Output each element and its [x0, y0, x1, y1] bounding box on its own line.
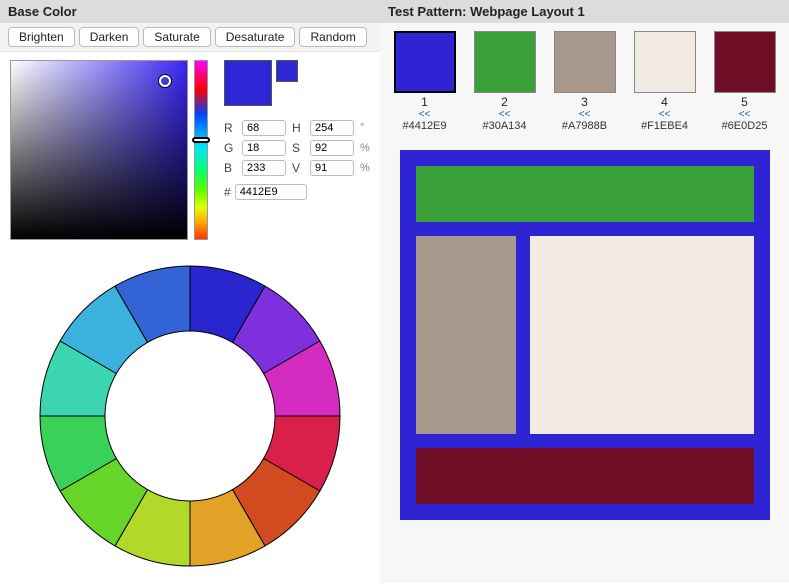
palette-swatch-box-4	[634, 31, 696, 93]
palette-swatch-box-5	[714, 31, 776, 93]
palette-swatch-row: 1 << #4412E9 2 << #30A134 3 << #A7988B 4…	[390, 31, 779, 132]
brighten-button[interactable]: Brighten	[8, 27, 75, 47]
layout-preview-sidebar	[416, 236, 516, 434]
input-g[interactable]	[242, 140, 286, 156]
palette-swatch-2[interactable]: 2 << #30A134	[472, 31, 538, 132]
layout-preview-footer	[416, 448, 754, 504]
test-pattern-title: Test Pattern: Webpage Layout 1	[380, 0, 789, 23]
palette-swatch-hex-5: #6E0D25	[722, 120, 768, 132]
palette-swatch-arrow-5[interactable]: <<	[739, 109, 751, 120]
palette-swatch-arrow-3[interactable]: <<	[579, 109, 591, 120]
palette-swatch-num-1[interactable]: 1	[421, 95, 428, 109]
palette-swatch-1[interactable]: 1 << #4412E9	[392, 31, 458, 132]
palette-swatch-hex-3: #A7988B	[562, 120, 607, 132]
palette-swatch-hex-2: #30A134	[482, 120, 526, 132]
hue-slider-handle[interactable]	[192, 137, 210, 143]
darken-button[interactable]: Darken	[79, 27, 140, 47]
palette-swatch-3[interactable]: 3 << #A7988B	[552, 31, 618, 132]
palette-swatch-hex-4: #F1EBE4	[641, 120, 688, 132]
random-button[interactable]: Random	[299, 27, 366, 47]
input-b[interactable]	[242, 160, 286, 176]
unit-pct-v: %	[360, 162, 370, 174]
palette-swatch-box-2	[474, 31, 536, 93]
label-b: B	[224, 161, 238, 175]
label-v: V	[292, 161, 306, 175]
label-r: R	[224, 121, 238, 135]
label-hex: #	[224, 185, 231, 199]
palette-swatch-4[interactable]: 4 << #F1EBE4	[632, 31, 698, 132]
input-r[interactable]	[242, 120, 286, 136]
hue-slider[interactable]	[194, 60, 208, 240]
base-color-toolbar: Brighten Darken Saturate Desaturate Rand…	[0, 23, 380, 52]
saturation-value-picker[interactable]	[10, 60, 188, 240]
label-h: H	[292, 121, 306, 135]
palette-swatch-5[interactable]: 5 << #6E0D25	[712, 31, 778, 132]
previous-color-swatch[interactable]	[276, 60, 298, 82]
input-s[interactable]	[310, 140, 354, 156]
desaturate-button[interactable]: Desaturate	[215, 27, 296, 47]
input-v[interactable]	[310, 160, 354, 176]
input-hex[interactable]	[235, 184, 307, 200]
label-g: G	[224, 141, 238, 155]
palette-swatch-arrow-4[interactable]: <<	[659, 109, 671, 120]
unit-pct-s: %	[360, 142, 370, 154]
palette-swatch-hex-1: #4412E9	[402, 120, 446, 132]
label-s: S	[292, 141, 306, 155]
picker-cursor[interactable]	[159, 75, 171, 87]
layout-preview	[400, 150, 770, 520]
palette-swatch-box-3	[554, 31, 616, 93]
palette-swatch-arrow-2[interactable]: <<	[499, 109, 511, 120]
current-color-swatch	[224, 60, 272, 106]
saturate-button[interactable]: Saturate	[143, 27, 210, 47]
palette-swatch-box-1	[394, 31, 456, 93]
layout-preview-main	[530, 236, 754, 434]
palette-swatch-num-5[interactable]: 5	[741, 95, 748, 109]
color-wheel[interactable]	[30, 256, 350, 576]
palette-swatch-arrow-1[interactable]: <<	[419, 109, 431, 120]
unit-deg: °	[360, 122, 370, 134]
palette-swatch-num-4[interactable]: 4	[661, 95, 668, 109]
base-color-title: Base Color	[0, 0, 380, 23]
input-h[interactable]	[310, 120, 354, 136]
layout-preview-header	[416, 166, 754, 222]
palette-swatch-num-3[interactable]: 3	[581, 95, 588, 109]
palette-swatch-num-2[interactable]: 2	[501, 95, 508, 109]
